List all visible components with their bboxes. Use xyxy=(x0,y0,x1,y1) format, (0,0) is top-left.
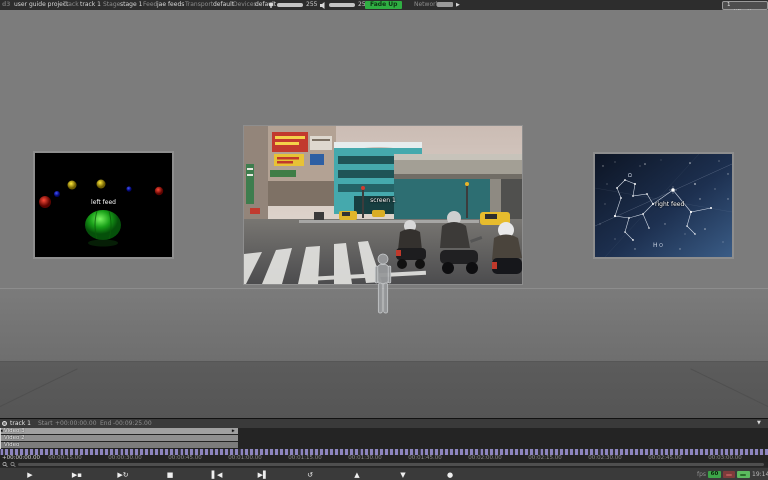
menu-devices-label: Devices xyxy=(233,1,257,8)
tick-label: 00:01:15.00 xyxy=(288,455,322,461)
tick-label: 00:02:15.00 xyxy=(528,455,562,461)
track-name[interactable]: track 1 xyxy=(10,419,31,428)
layer-video-3[interactable]: Video 3 ◂ ▸ xyxy=(0,428,238,434)
volume-slider[interactable] xyxy=(329,3,355,7)
menu-transport-label: Transport xyxy=(185,1,214,8)
cue-button[interactable]: ● xyxy=(438,469,462,480)
d3-application-window: d3 user guide project Track track 1 Stag… xyxy=(0,0,768,480)
fps-value-badge: 60 xyxy=(708,471,721,478)
track-end-label: End xyxy=(100,420,112,427)
menu-track-value[interactable]: track 1 xyxy=(80,0,101,10)
svg-text:Ω: Ω xyxy=(628,173,632,179)
left-feed-label: left feed xyxy=(91,199,116,206)
right-feed-label: right feed xyxy=(655,201,685,208)
brightness-icon xyxy=(269,2,273,8)
timeline-scrollbar[interactable] xyxy=(18,463,764,466)
tick-label: 00:00:15.00 xyxy=(48,455,82,461)
tick-label: 00:01:45.00 xyxy=(408,455,442,461)
tick-label: 00:02:00.00 xyxy=(468,455,502,461)
menu-feed-label: Feed xyxy=(143,1,158,8)
menu-transport-value[interactable]: default xyxy=(213,0,234,10)
play-to-next-section-button[interactable]: ▶▪ xyxy=(65,469,89,480)
health-indicator-green xyxy=(737,471,750,478)
track-header[interactable]: track 1 Start +00:00:00.00 End -00:09:25… xyxy=(0,419,768,428)
menu-project[interactable]: user guide project xyxy=(14,0,69,10)
volume-icon xyxy=(320,2,325,9)
brightness-slider[interactable] xyxy=(277,3,303,7)
layer-label: Video xyxy=(4,442,20,448)
move-up-button[interactable]: ▲ xyxy=(345,469,369,480)
previous-section-button[interactable]: ▌◀ xyxy=(205,469,229,480)
timeline-collapse-icon[interactable]: ▼ xyxy=(757,419,761,428)
layer-video[interactable]: Video xyxy=(0,442,238,448)
loop-section-button[interactable]: ▶↻ xyxy=(111,469,135,480)
network-label: Network xyxy=(414,1,440,8)
track-end-value: -00:09:25.00 xyxy=(113,420,152,427)
track-start-value: +00:00:00.00 xyxy=(55,420,97,427)
fps-label: fps xyxy=(697,471,707,478)
transport-bar: ▶ ▶▪ ▶↻ ■ ▌◀ ▶▌ ↺ ▲ ▼ ● fps 60 19:14:57 xyxy=(0,467,768,480)
next-section-button[interactable]: ▶▌ xyxy=(251,469,275,480)
move-down-button[interactable]: ▼ xyxy=(391,469,415,480)
center-screen-label: screen 1 xyxy=(370,197,396,204)
layer-video-2[interactable]: Video 2 xyxy=(0,435,238,441)
menu-feed-value[interactable]: jae feeds xyxy=(157,0,184,10)
tick-label: 00:03:00.00 xyxy=(708,455,742,461)
screen-right-feed[interactable]: Ω H right feed xyxy=(593,152,734,259)
layer-scroll-right-icon[interactable]: ▸ xyxy=(232,428,235,434)
fade-up-button[interactable]: Fade Up xyxy=(365,1,403,9)
tick-label: 00:00:45.00 xyxy=(168,455,202,461)
tick-label: 00:01:00.00 xyxy=(228,455,262,461)
notification-button[interactable]: 1 notification ▶ xyxy=(722,1,768,22)
health-green-bar xyxy=(740,474,746,476)
stage-visualiser[interactable]: left feed screen 1 Ω H right feed xyxy=(0,10,768,418)
health-red-bar xyxy=(726,474,732,476)
network-expand-icon[interactable]: ▶ xyxy=(456,0,460,10)
menu-track-label: Track xyxy=(63,1,79,8)
floor-front-edge xyxy=(0,361,768,362)
layer-label: Video 3 xyxy=(4,428,25,434)
tick-label: +00:00:00.00 xyxy=(2,455,41,461)
menu-stage-label: Stage xyxy=(103,1,121,8)
tick-label: 00:02:45.00 xyxy=(648,455,682,461)
stop-button[interactable]: ■ xyxy=(158,469,182,480)
timeline-ruler-labels[interactable]: +00:00:00.00 00:00:15.00 00:00:30.00 00:… xyxy=(0,455,768,462)
d3-logo: d3 xyxy=(2,1,11,8)
svg-text:H: H xyxy=(653,242,658,249)
return-to-start-button[interactable]: ↺ xyxy=(298,469,322,480)
brightness-value: 255 xyxy=(306,1,318,8)
play-button[interactable]: ▶ xyxy=(18,469,42,480)
clock: 19:14:57 xyxy=(752,471,768,478)
tick-label: 00:02:30.00 xyxy=(588,455,622,461)
screen-left-feed[interactable]: left feed xyxy=(33,151,174,259)
tick-label: 00:00:30.00 xyxy=(108,455,142,461)
network-meter[interactable] xyxy=(437,2,453,7)
track-start-label: Start xyxy=(38,420,53,427)
timeline-panel: track 1 Start +00:00:00.00 End -00:09:25… xyxy=(0,418,768,480)
menu-stage-value[interactable]: stage 1 xyxy=(120,0,142,10)
stage-apron xyxy=(0,362,768,418)
tick-label: 00:01:30.00 xyxy=(348,455,382,461)
track-icon[interactable] xyxy=(2,421,7,426)
reference-person-figure xyxy=(374,253,392,314)
layer-label: Video 2 xyxy=(4,435,25,441)
health-indicator-red xyxy=(723,471,735,478)
